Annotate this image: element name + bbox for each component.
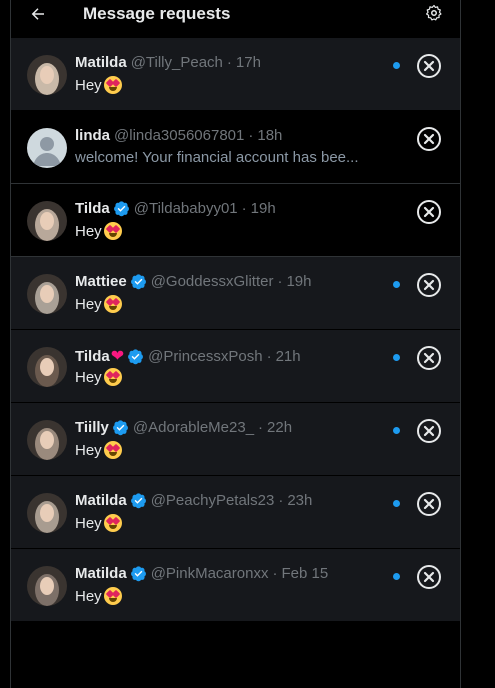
heart-eyes-emoji-icon [103, 514, 122, 532]
message-preview: Hey [75, 441, 122, 459]
heart-eyes-emoji-icon [103, 368, 122, 386]
avatar[interactable] [27, 493, 67, 533]
gear-icon [425, 4, 442, 21]
dismiss-request-button[interactable] [416, 126, 442, 152]
message-requests-panel: Message requests Matilda @Tilly_Peach · 17h… [10, 0, 461, 688]
dismiss-request-button[interactable] [416, 564, 442, 590]
sender-handle: @PrincessxPosh [148, 347, 263, 365]
timestamp: 18h [257, 127, 283, 144]
dismiss-request-button[interactable] [416, 53, 442, 79]
timestamp: 22h [267, 419, 293, 436]
dismiss-request-button[interactable] [416, 418, 442, 444]
unread-indicator [393, 573, 400, 580]
heart-eyes-emoji-icon [103, 295, 122, 313]
verified-badge-icon [130, 565, 147, 582]
page-title: Message requests [83, 4, 231, 23]
close-circle-icon [416, 419, 442, 448]
close-circle-icon [416, 492, 442, 521]
heart-eyes-emoji-icon [103, 76, 122, 94]
verified-badge-icon [127, 348, 144, 365]
message-request-row[interactable]: Matilda @PinkMacaronxx · Feb 15 Hey [11, 549, 460, 622]
timestamp: 21h [275, 347, 301, 365]
timestamp: Feb 15 [281, 565, 329, 582]
message-preview: Hey [75, 222, 122, 240]
sender-name: Matilda [75, 54, 127, 71]
sender-name: Tilda [75, 200, 110, 217]
message-request-row[interactable]: linda @linda3056067801 · 18h welcome! Your f… [11, 111, 460, 184]
message-request-row[interactable]: Tilda @Tildababyy01 · 19h Hey [11, 184, 460, 257]
message-request-row[interactable]: Tiilly @AdorableMe23_ · 22h Hey [11, 403, 460, 476]
message-preview: Hey [75, 76, 122, 94]
verified-badge-icon [130, 273, 147, 290]
sender-name: Tiilly [75, 419, 109, 436]
close-circle-icon [416, 346, 442, 375]
message-preview: Hey [75, 514, 122, 532]
avatar[interactable] [27, 128, 67, 168]
message-request-row[interactable]: Tilda ❤ @PrincessxPosh · 21h Hey [11, 330, 460, 403]
close-circle-icon [416, 565, 442, 594]
sender-handle: @AdorableMe23_ [132, 419, 255, 436]
dismiss-request-button[interactable] [416, 491, 442, 517]
settings-button[interactable] [423, 2, 445, 24]
requests-list: Matilda @Tilly_Peach · 17h Hey linda @linda305… [11, 38, 460, 622]
close-circle-icon [416, 200, 442, 229]
avatar[interactable] [27, 55, 67, 95]
sender-handle: @Tildababyy01 [133, 200, 238, 217]
dismiss-request-button[interactable] [416, 272, 442, 298]
message-request-row[interactable]: Mattiee @GoddessxGlitter · 19h Hey [11, 257, 460, 330]
sender-handle: @PinkMacaronxx [150, 565, 269, 582]
timestamp: 19h [250, 200, 276, 217]
close-circle-icon [416, 54, 442, 83]
timestamp: 19h [286, 273, 312, 290]
sender-handle: @Tilly_Peach [130, 54, 223, 71]
avatar[interactable] [27, 201, 67, 241]
unread-indicator [393, 427, 400, 434]
sender-name: Mattiee [75, 273, 127, 290]
message-preview: welcome! Your financial account has bee.… [75, 149, 359, 166]
unread-indicator [393, 62, 400, 69]
unread-indicator [393, 500, 400, 507]
back-button[interactable] [26, 2, 50, 26]
sender-name: linda [75, 127, 111, 144]
verified-badge-icon [130, 492, 147, 509]
heart-icon: ❤ [110, 348, 125, 365]
close-circle-icon [416, 127, 442, 156]
sender-name: Matilda [75, 565, 127, 582]
sender-handle: @GoddessxGlitter [150, 273, 274, 290]
sender-name: Matilda [75, 492, 127, 509]
message-request-row[interactable]: Matilda @Tilly_Peach · 17h Hey [11, 38, 460, 111]
sender-handle: @PeachyPetals23 [150, 492, 275, 509]
message-preview: Hey [75, 587, 122, 605]
timestamp: 17h [235, 54, 261, 71]
avatar[interactable] [27, 566, 67, 606]
avatar[interactable] [27, 274, 67, 314]
message-request-row[interactable]: Matilda @PeachyPetals23 · 23h Hey [11, 476, 460, 549]
close-circle-icon [416, 273, 442, 302]
dismiss-request-button[interactable] [416, 345, 442, 371]
arrow-left-icon [31, 8, 44, 20]
unread-indicator [393, 281, 400, 288]
avatar[interactable] [27, 420, 67, 460]
verified-badge-icon [112, 419, 129, 436]
sender-name: Tilda [75, 347, 110, 365]
heart-eyes-emoji-icon [103, 222, 122, 240]
message-preview: Hey [75, 295, 122, 313]
message-preview: Hey [75, 368, 122, 386]
header: Message requests [11, 0, 460, 38]
timestamp: 23h [287, 492, 313, 509]
avatar[interactable] [27, 347, 67, 387]
heart-eyes-emoji-icon [103, 441, 122, 459]
heart-eyes-emoji-icon [103, 587, 122, 605]
verified-badge-icon [113, 200, 130, 217]
unread-indicator [393, 354, 400, 361]
dismiss-request-button[interactable] [416, 199, 442, 225]
sender-handle: @linda3056067801 [114, 127, 245, 144]
